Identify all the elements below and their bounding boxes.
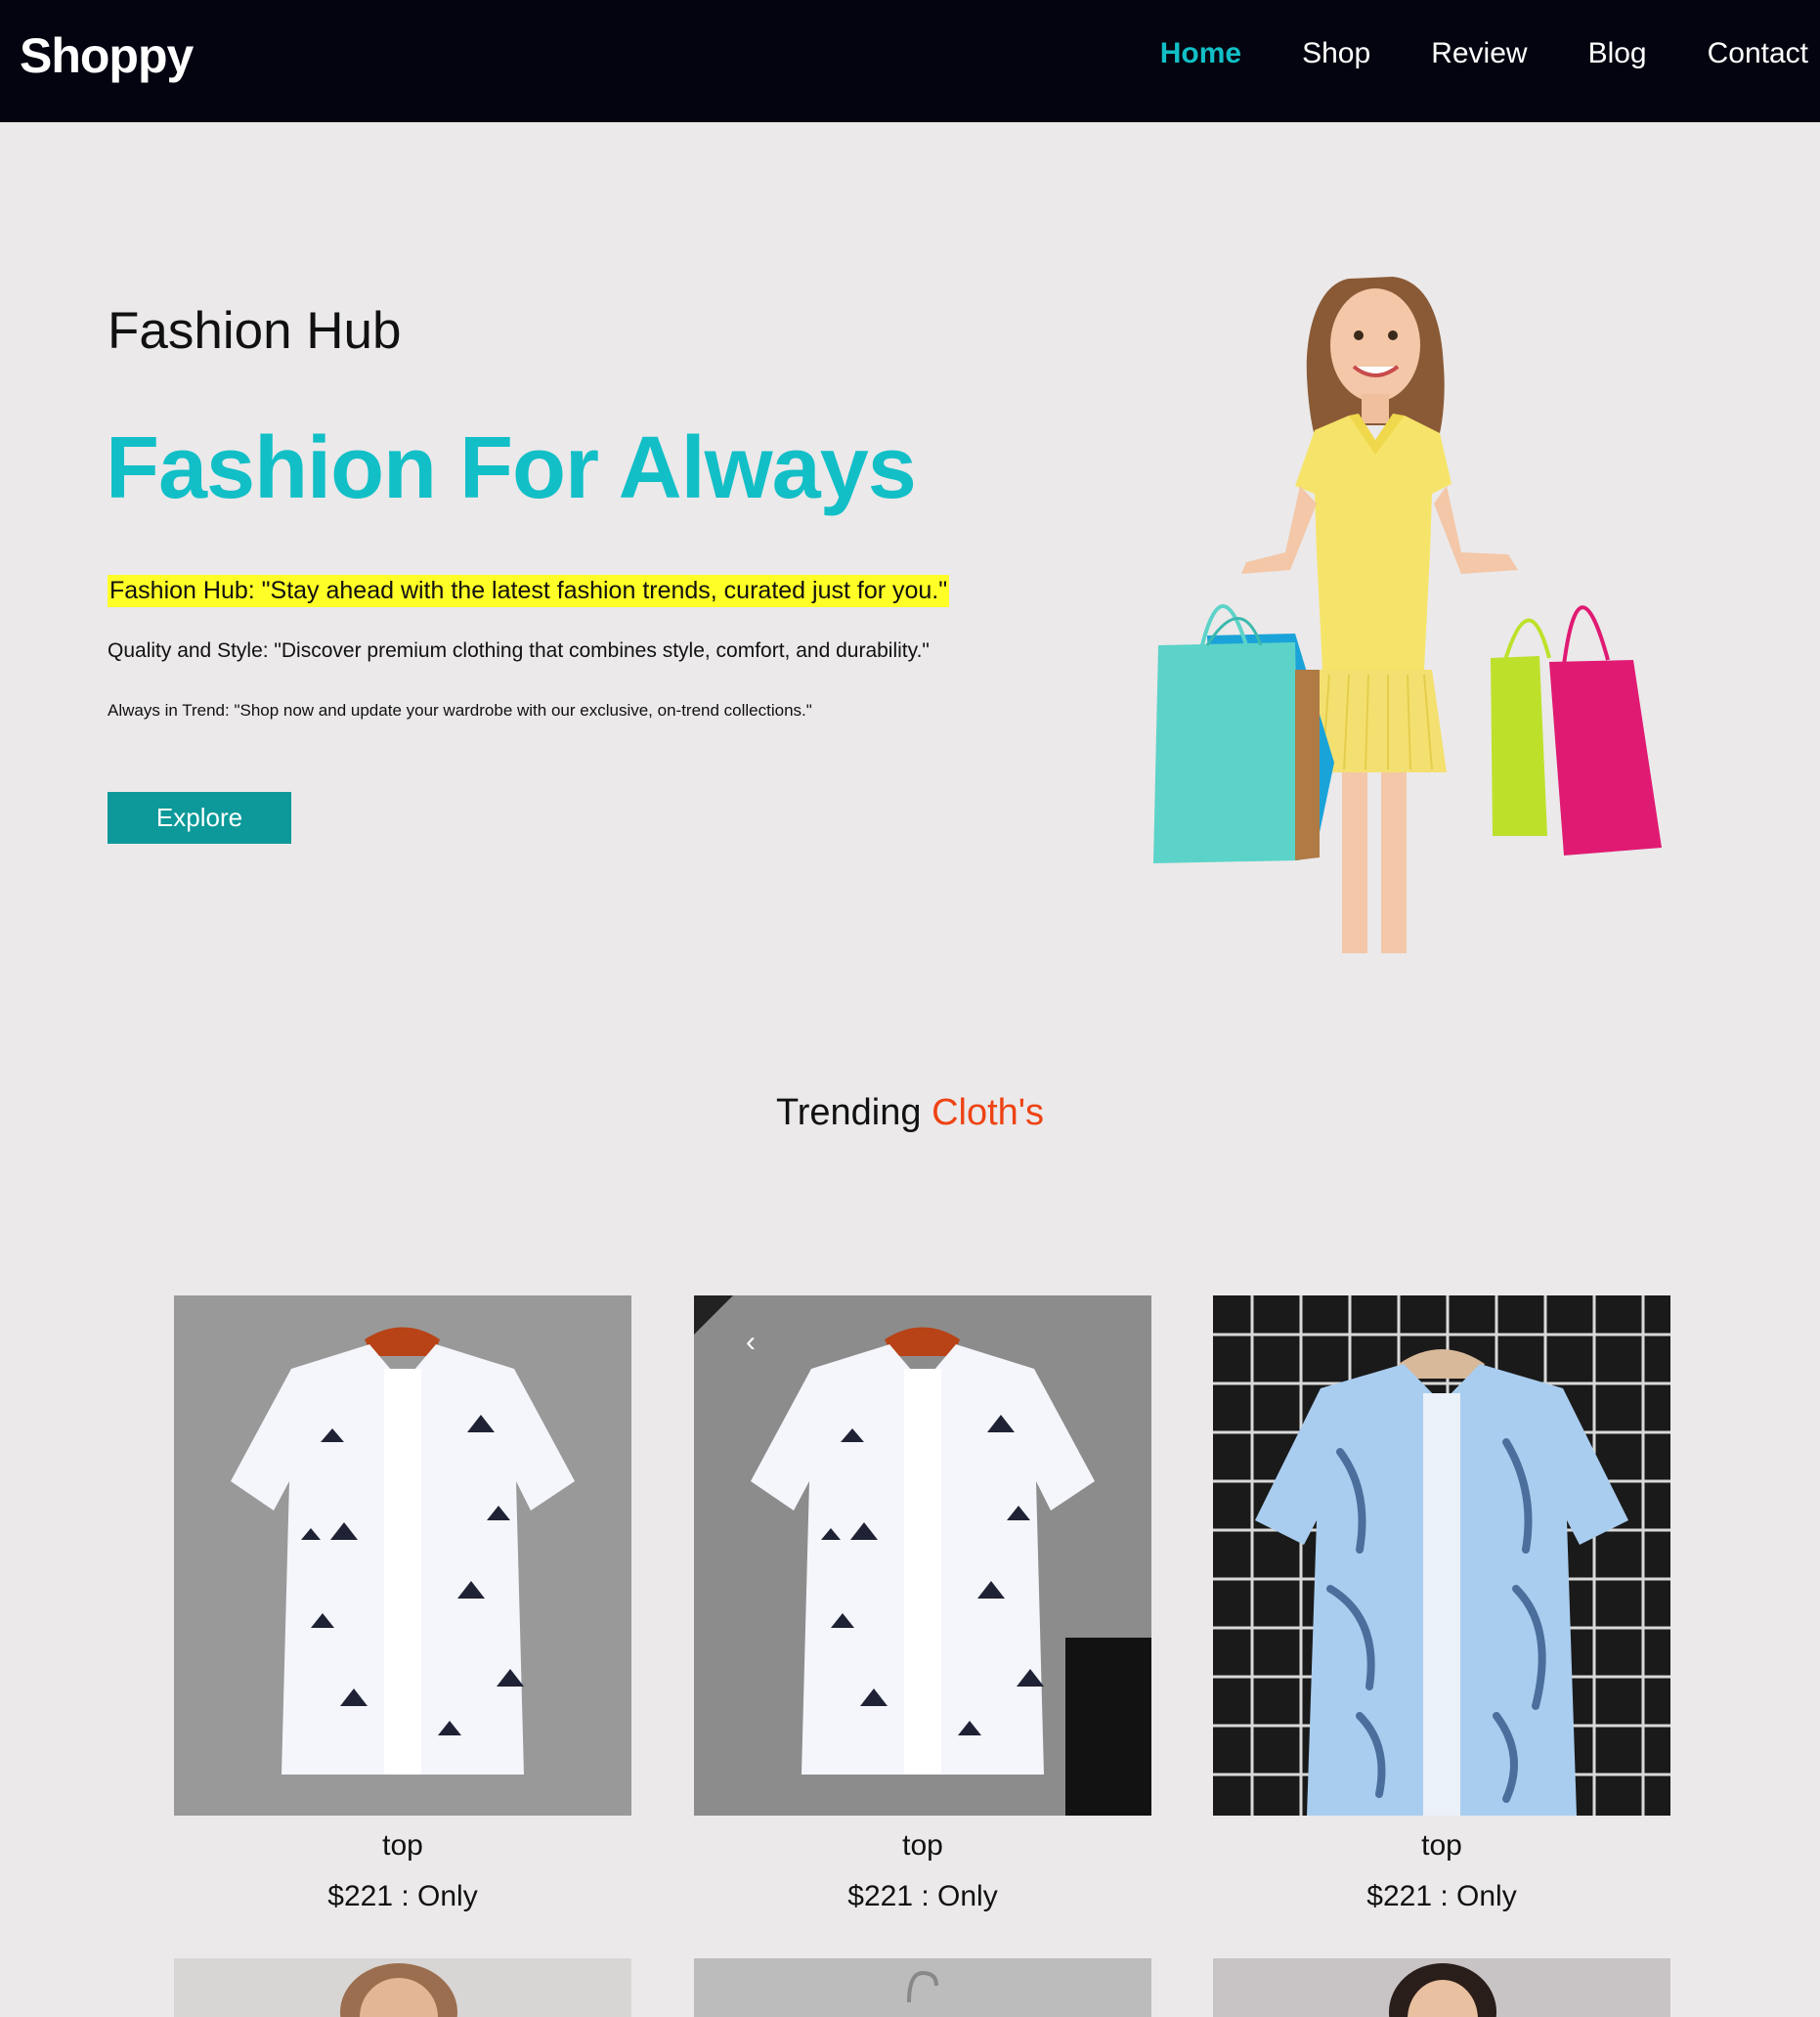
nav-shop[interactable]: Shop (1302, 37, 1370, 70)
product-price: $221 : Only (1366, 1880, 1517, 1912)
nav-home[interactable]: Home (1160, 37, 1241, 70)
product-price: $221 : Only (327, 1880, 478, 1912)
product-card-partial[interactable] (1213, 1958, 1670, 2017)
logo[interactable]: Shoppy (20, 27, 194, 84)
hero-tagline-quality: Quality and Style: "Discover premium clo… (108, 639, 930, 662)
nav-review[interactable]: Review (1431, 37, 1527, 70)
trending-heading: Trending Cloth's (0, 1092, 1820, 1134)
product-card[interactable]: ‹ top $221 : Only (694, 1295, 1151, 1913)
hero-tagline-highlight: Fashion Hub: "Stay ahead with the latest… (108, 575, 950, 607)
navbar: Shoppy Home Shop Review Blog Contact (0, 0, 1820, 122)
hero-subtitle: Fashion Hub (108, 302, 402, 360)
white-palm-shirt-icon[interactable] (174, 1295, 631, 1816)
girl-with-shopping-bags-image (1153, 277, 1662, 953)
nav-links: Home Shop Review Blog Contact (1100, 37, 1808, 70)
nav-blog[interactable]: Blog (1588, 37, 1647, 70)
chevron-left-icon[interactable]: ‹ (733, 1325, 768, 1360)
product-name: top (902, 1829, 943, 1862)
product-price: $221 : Only (847, 1880, 998, 1912)
nav-contact[interactable]: Contact (1708, 37, 1808, 70)
trending-label: Trending (775, 1092, 922, 1133)
woman-model-image (340, 1963, 457, 2017)
trending-accent: Cloth's (932, 1092, 1045, 1133)
white-palm-shirt-icon[interactable]: ‹ (694, 1295, 1151, 1816)
product-card[interactable]: top $221 : Only (174, 1295, 631, 1913)
product-name: top (382, 1829, 423, 1862)
explore-button[interactable]: Explore (108, 792, 291, 844)
product-card-partial[interactable] (174, 1958, 631, 2017)
blue-leaf-shirt-icon[interactable] (1213, 1295, 1670, 1816)
hero-title: Fashion For Always (106, 419, 917, 517)
woman-model-image (1389, 1963, 1496, 2017)
product-card[interactable]: top $221 : Only (1213, 1295, 1670, 1913)
product-card-partial[interactable] (694, 1958, 1151, 2017)
hero-tagline-trend: Always in Trend: "Shop now and update yo… (108, 701, 812, 720)
product-name: top (1421, 1829, 1462, 1862)
hanger-image (907, 1970, 938, 2003)
